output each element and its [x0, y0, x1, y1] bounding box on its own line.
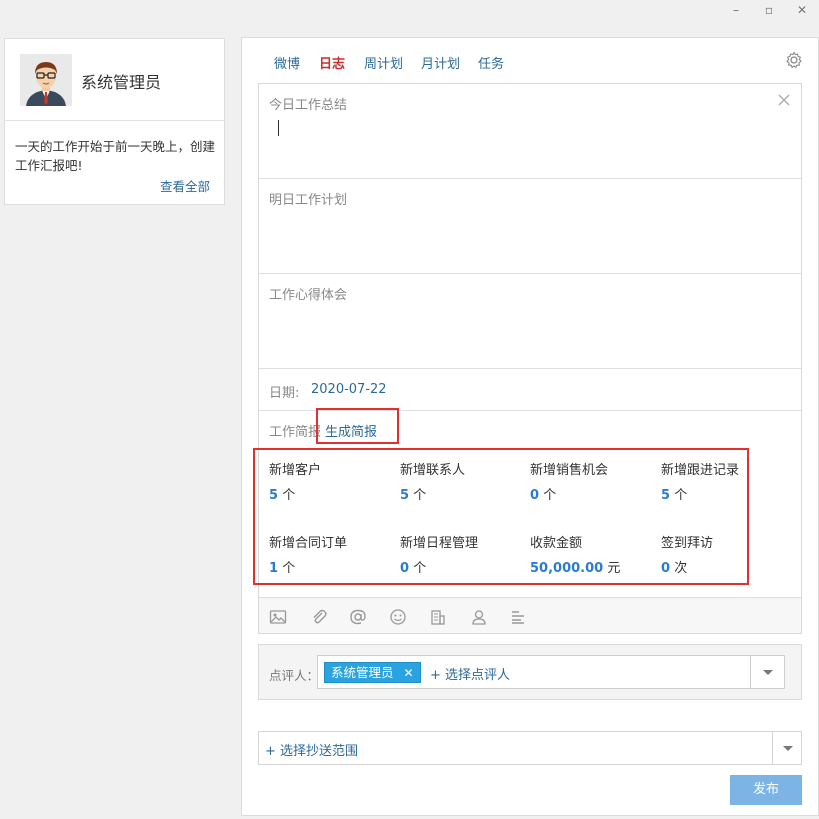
remove-chip-icon[interactable]: ✕	[404, 666, 414, 680]
stat-receipts: 收款金额	[530, 536, 583, 551]
emoji-icon[interactable]	[389, 609, 407, 625]
stat-receipts-value: 50,000.00 元	[530, 561, 621, 576]
reviewer-dropdown-button[interactable]	[751, 655, 785, 689]
list-icon[interactable]	[509, 609, 527, 625]
minimize-button[interactable]: –	[729, 2, 743, 18]
editor-toolbar	[259, 597, 801, 633]
chevron-down-icon	[763, 670, 773, 675]
publish-button[interactable]: 发布	[730, 775, 802, 805]
stat-new-followups: 新增跟进记录	[661, 463, 740, 478]
stat-checkin-visits: 签到拜访	[661, 536, 714, 551]
stat-new-customers-value: 5 个	[269, 488, 296, 503]
today-summary-input[interactable]	[259, 84, 801, 178]
log-editor: 今日工作总结 明日工作计划 工作心得体会 日期: 2020-07-22 工作简报…	[253, 83, 802, 634]
stat-new-opportunities-value: 0 个	[530, 488, 557, 503]
reviewer-chip[interactable]: 系统管理员 ✕	[324, 662, 421, 683]
tab-week-plan[interactable]: 周计划	[364, 53, 403, 72]
gear-icon[interactable]	[785, 51, 803, 69]
add-cc-link[interactable]: + 选择抄送范围	[265, 740, 358, 759]
date-label: 日期:	[269, 386, 300, 401]
stat-new-contracts-value: 1 个	[269, 561, 296, 576]
brief-label: 工作简报	[269, 425, 322, 440]
view-all-link[interactable]: 查看全部	[160, 176, 210, 195]
profile-tip: 一天的工作开始于前一天晚上，创建工作汇报吧!	[15, 139, 216, 173]
divider	[259, 368, 801, 369]
tab-task[interactable]: 任务	[478, 53, 504, 72]
stat-new-contacts-value: 5 个	[400, 488, 427, 503]
compose-panel: 微博 日志 周计划 月计划 任务 今日工作总结 明日工作计划 工作心得体会 日期…	[241, 37, 819, 816]
stat-checkin-visits-value: 0 次	[661, 561, 688, 576]
user-icon[interactable]	[470, 609, 488, 625]
stat-new-contracts: 新增合同订单	[269, 536, 348, 551]
profile-card: 系统管理员 一天的工作开始于前一天晚上，创建工作汇报吧! 查看全部	[4, 38, 225, 205]
date-value[interactable]: 2020-07-22	[311, 382, 387, 397]
generate-brief-link[interactable]: 生成简报	[325, 421, 377, 440]
building-icon[interactable]	[429, 609, 447, 625]
stat-new-schedules-value: 0 个	[400, 561, 427, 576]
stat-new-followups-value: 5 个	[661, 488, 688, 503]
stat-new-customers: 新增客户	[269, 463, 322, 478]
image-icon[interactable]	[269, 609, 287, 625]
stat-new-opportunities: 新增销售机会	[530, 463, 609, 478]
tab-weibo[interactable]: 微博	[274, 53, 300, 72]
reviewer-input[interactable]: 系统管理员 ✕ + 选择点评人	[317, 655, 751, 689]
mention-icon[interactable]	[349, 609, 367, 625]
avatar[interactable]	[20, 54, 72, 106]
maximize-button[interactable]: ▫	[762, 2, 776, 18]
experience-input[interactable]	[259, 274, 801, 368]
stat-new-contacts: 新增联系人	[400, 463, 466, 478]
stat-new-schedules: 新增日程管理	[400, 536, 479, 551]
attachment-icon[interactable]	[310, 609, 328, 625]
reviewer-label: 点评人：	[269, 668, 320, 683]
divider	[5, 120, 224, 121]
cc-scope-input[interactable]: + 选择抄送范围	[258, 731, 773, 765]
close-window-button[interactable]: ✕	[795, 2, 809, 18]
chevron-down-icon	[783, 746, 793, 751]
tab-log[interactable]: 日志	[319, 53, 345, 72]
add-reviewer-link[interactable]: + 选择点评人	[430, 664, 510, 683]
tab-month-plan[interactable]: 月计划	[421, 53, 460, 72]
divider	[259, 597, 801, 598]
tomorrow-plan-input[interactable]	[259, 179, 801, 273]
cc-dropdown-button[interactable]	[772, 731, 802, 765]
reviewer-row: 点评人： 系统管理员 ✕ + 选择点评人	[258, 644, 802, 700]
profile-name: 系统管理员	[81, 73, 162, 92]
